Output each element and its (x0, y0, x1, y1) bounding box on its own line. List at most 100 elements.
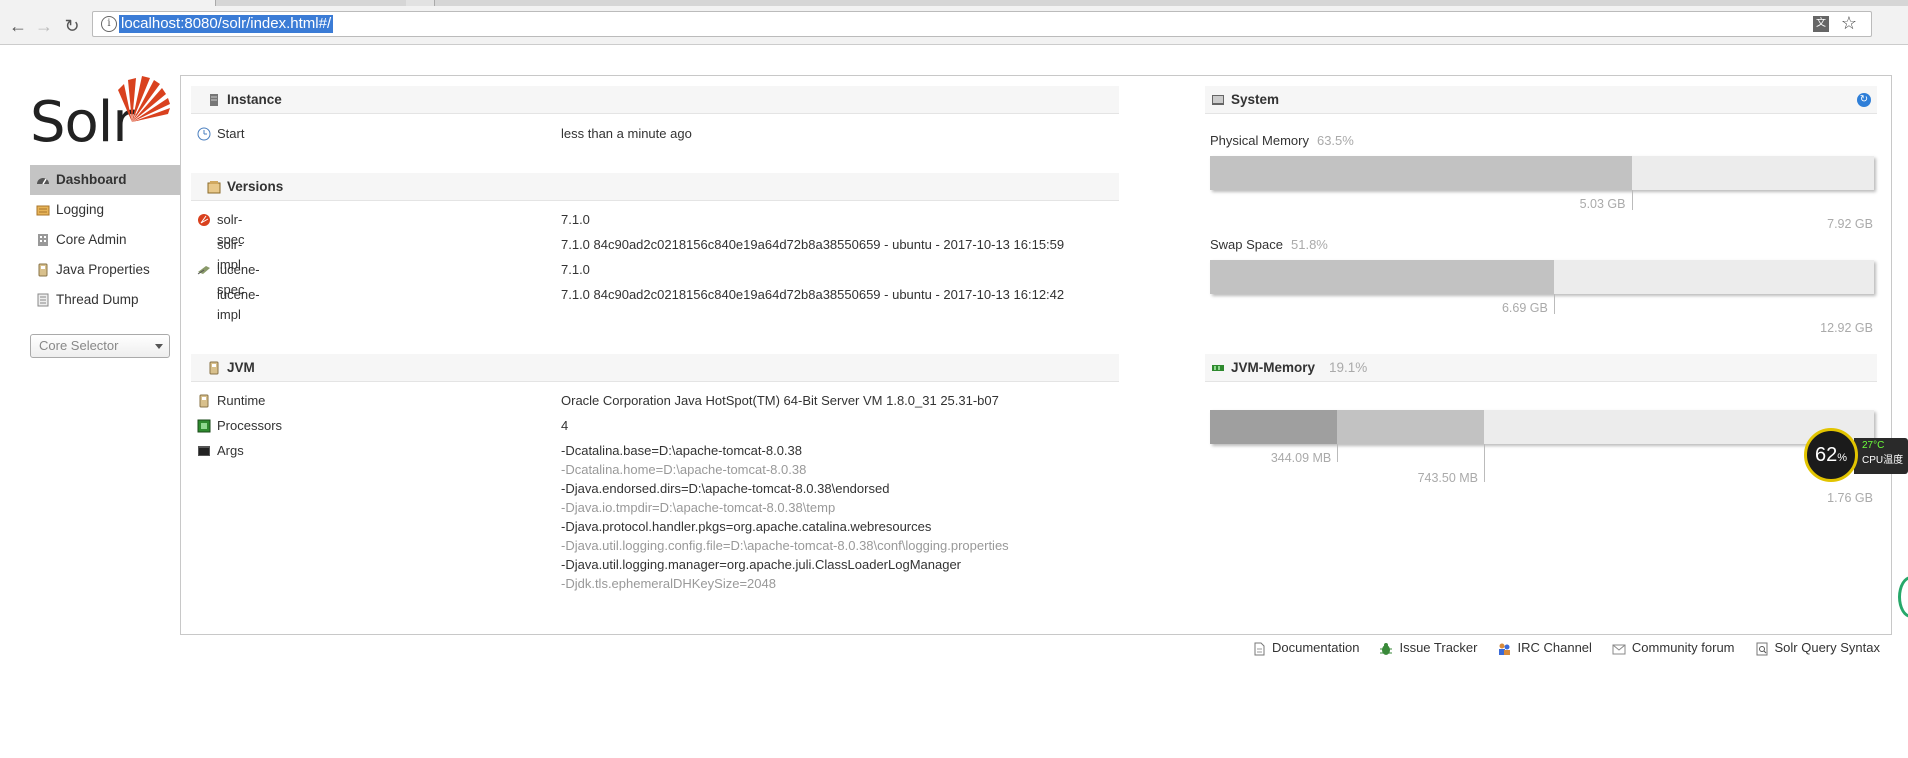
java-properties-icon (38, 263, 48, 277)
bookmark-star-icon[interactable]: ☆ (1841, 13, 1857, 34)
footer-link-label: Community forum (1631, 640, 1735, 655)
jvm-args-list: -Dcatalina.base=D:\apache-tomcat-8.0.38 … (561, 441, 1009, 593)
versions-header: Versions (191, 173, 1119, 201)
swap-space-percent: 51.8% (1291, 237, 1328, 252)
jvm-memory-percent: 19.1% (1329, 360, 1368, 375)
sidebar-item-logging[interactable]: Logging (30, 195, 180, 225)
jvm-arg: -Djava.util.logging.manager=org.apache.j… (561, 557, 961, 572)
jvm-memory-max-label: 1.76 GB (1827, 491, 1873, 505)
document-icon (1254, 642, 1265, 656)
runtime-value: Oracle Corporation Java HotSpot(TM) 64-B… (561, 393, 999, 408)
system-header: System (1205, 86, 1877, 114)
terminal-icon (198, 446, 210, 456)
runtime-label: Runtime (217, 393, 266, 408)
memory-chip-icon (1212, 365, 1224, 371)
jvm-memory-allocated-label: 743.50 MB (1417, 471, 1479, 485)
start-value: less than a minute ago (561, 126, 692, 141)
logging-icon (36, 205, 50, 216)
footer-link-solr-query-syntax[interactable]: Solr Query Syntax (1755, 640, 1881, 660)
versions-title: Versions (227, 179, 284, 194)
footer-link-irc-channel[interactable]: IRC Channel (1497, 640, 1592, 660)
processors-label: Processors (217, 418, 283, 433)
translate-icon[interactable]: 文 (1813, 16, 1829, 32)
sidebar-item-label: Core Admin (56, 232, 127, 247)
floating-widget-edge[interactable] (1898, 576, 1908, 618)
jvm-icon (209, 361, 219, 375)
cpu-monitor-widget[interactable]: 27°C CPU温度 62% (1804, 428, 1908, 484)
footer-links: Documentation Issue Tracker IRC Channel … (1252, 640, 1880, 660)
sidebar-item-label: Dashboard (56, 172, 127, 187)
system-icon (1212, 95, 1224, 105)
runtime-icon (199, 394, 209, 408)
jvm-arg: -Djava.io.tmpdir=D:\apache-tomcat-8.0.38… (561, 500, 836, 515)
physical-memory-title: Physical Memory (1210, 133, 1309, 148)
footer-link-label: Issue Tracker (1399, 640, 1478, 655)
physical-memory-label: Physical Memory 63.5% (1210, 133, 1354, 148)
footer-link-label: IRC Channel (1517, 640, 1592, 655)
solr-logo[interactable]: Solr (30, 72, 170, 155)
swap-space-title: Swap Space (1210, 237, 1283, 252)
sidebar-item-dashboard[interactable]: Dashboard (30, 165, 180, 195)
physical-memory-percent: 63.5% (1316, 133, 1354, 148)
footer-link-label: Solr Query Syntax (1774, 640, 1881, 655)
site-info-icon[interactable]: i (101, 16, 117, 32)
chevron-down-icon (155, 344, 163, 349)
jvm-arg: -Djava.protocol.handler.pkgs=org.apache.… (561, 519, 932, 534)
version-value: 7.1.0 (561, 262, 590, 277)
sidebar-item-thread-dump[interactable]: Thread Dump (30, 285, 180, 315)
lucene-icon (197, 266, 210, 275)
swap-space-bar (1210, 260, 1874, 294)
jvm-memory-title: JVM-Memory (1231, 360, 1316, 375)
dashboard-icon (37, 178, 49, 185)
sidebar-item-label: Thread Dump (56, 292, 139, 307)
instance-header: Instance (191, 86, 1119, 114)
back-icon[interactable]: ← (8, 16, 28, 36)
browser-toolbar: ← → ↻ i localhost:8080/solr/index.html#/… (0, 6, 1908, 45)
refresh-icon[interactable]: ↻ (1857, 93, 1871, 107)
address-bar[interactable]: i localhost:8080/solr/index.html#/ 文 ☆ (92, 11, 1872, 37)
versions-icon (207, 181, 221, 194)
dashboard-panel: Instance Start less than a minute ago Ve… (180, 75, 1892, 635)
jvm-memory-used-tick (1336, 444, 1338, 462)
swap-space-used-tick (1553, 294, 1555, 314)
footer-link-documentation[interactable]: Documentation (1252, 640, 1359, 660)
version-label: lucene-impl (217, 287, 260, 322)
core-selector-dropdown[interactable]: Core Selector (30, 334, 170, 358)
cpu-usage-unit: % (1837, 452, 1848, 464)
sidebar-item-java-properties[interactable]: Java Properties (30, 255, 180, 285)
version-value: 7.1.0 84c90ad2c0218156c840e19a64d72b8a38… (561, 237, 1065, 252)
sidebar-item-core-admin[interactable]: Core Admin (30, 225, 180, 255)
jvm-memory-used-label: 344.09 MB (1270, 451, 1332, 465)
footer-link-issue-tracker[interactable]: Issue Tracker (1379, 640, 1477, 660)
jvm-memory-header: JVM-Memory 19.1% (1205, 354, 1877, 382)
bug-icon (1380, 643, 1393, 655)
cpu-temperature: 27°C (1862, 440, 1885, 451)
jvm-arg: -Djdk.tls.ephemeralDHKeySize=2048 (561, 576, 776, 591)
physical-memory-total-label: 7.92 GB (1827, 217, 1873, 231)
jvm-arg: -Dcatalina.home=D:\apache-tomcat-8.0.38 (561, 462, 807, 477)
version-value: 7.1.0 84c90ad2c0218156c840e19a64d72b8a38… (561, 287, 1065, 302)
thread-dump-icon (37, 293, 49, 307)
footer-link-community-forum[interactable]: Community forum (1612, 640, 1735, 660)
query-icon (1756, 642, 1767, 656)
swap-space-used-label: 6.69 GB (1501, 301, 1548, 315)
jvm-arg: -Djava.endorsed.dirs=D:\apache-tomcat-8.… (561, 481, 890, 496)
version-value: 7.1.0 (561, 212, 590, 227)
jvm-memory-used-fill (1210, 410, 1337, 444)
cpu-temperature-panel: 27°C CPU温度 (1854, 438, 1908, 474)
forward-icon[interactable]: → (34, 16, 54, 36)
start-label: Start (217, 126, 245, 141)
reload-icon[interactable]: ↻ (62, 16, 82, 36)
core-admin-icon (38, 234, 48, 246)
physical-memory-used-tick (1631, 190, 1633, 210)
url-text[interactable]: localhost:8080/solr/index.html#/ (119, 15, 334, 33)
physical-memory-used-label: 5.03 GB (1579, 197, 1626, 211)
cpu-temperature-label: CPU温度 (1862, 455, 1904, 466)
sidebar-nav: Dashboard Logging Core Admin Java Proper… (30, 165, 180, 315)
footer-link-label: Documentation (1272, 640, 1360, 655)
swap-space-label: Swap Space 51.8% (1210, 237, 1328, 252)
instance-title: Instance (227, 92, 282, 107)
clock-icon (197, 127, 211, 141)
swap-space-used-fill (1210, 260, 1554, 294)
instance-icon (210, 94, 218, 106)
